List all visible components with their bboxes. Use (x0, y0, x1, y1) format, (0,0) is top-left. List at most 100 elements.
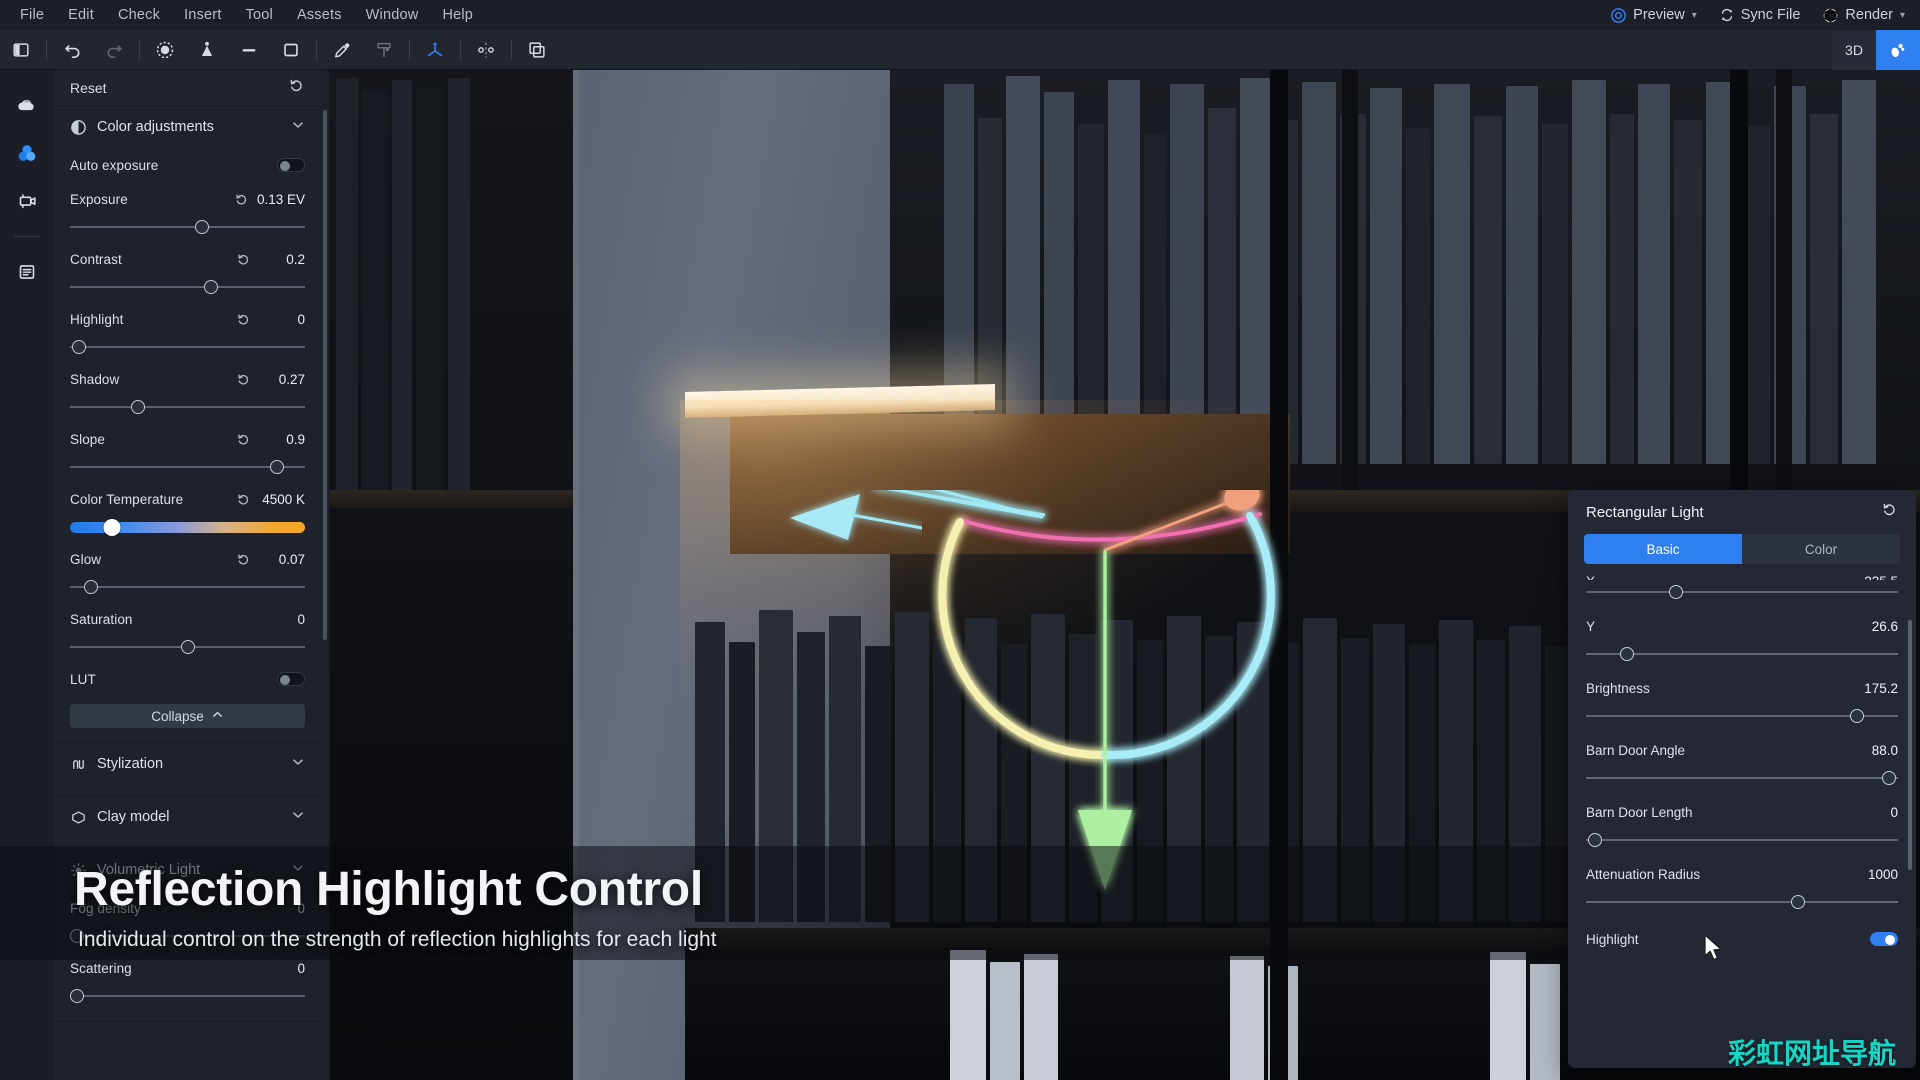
menu-file[interactable]: File (8, 0, 56, 30)
redo-icon[interactable] (93, 30, 135, 70)
section-header-color-adjustments[interactable]: Color adjustments (54, 106, 321, 148)
duplicate-icon[interactable] (516, 30, 558, 70)
slope-slider[interactable] (70, 456, 305, 478)
material-brush-icon[interactable] (363, 30, 405, 70)
slider-knob[interactable] (269, 460, 284, 474)
chevron-down-icon[interactable] (291, 118, 305, 137)
sky-environment-icon[interactable] (7, 84, 47, 126)
reset-icon[interactable] (236, 492, 251, 507)
clay-model-icon (70, 809, 87, 826)
menu-edit[interactable]: Edit (56, 0, 106, 30)
color-temperature-slider[interactable] (70, 516, 305, 538)
reset-icon[interactable] (236, 432, 251, 447)
menu-tool[interactable]: Tool (234, 0, 285, 30)
slider-knob[interactable] (1588, 833, 1603, 847)
slider-knob[interactable] (194, 220, 209, 234)
slider-knob[interactable] (131, 400, 146, 414)
contrast-slider[interactable] (70, 276, 305, 298)
y-slider[interactable] (1586, 642, 1898, 666)
lut-toggle[interactable] (277, 672, 305, 686)
glow-slider[interactable] (70, 576, 305, 598)
control-glow: Glow 0.07 (54, 542, 321, 576)
scene-book (1024, 954, 1058, 1080)
control-y: Y 26.6 (1568, 610, 1916, 642)
collapse-button[interactable]: Collapse (70, 704, 305, 728)
menu-help[interactable]: Help (430, 0, 485, 30)
tab-color[interactable]: Color (1742, 534, 1900, 564)
toolbar-divider (316, 39, 317, 60)
eyedropper-icon[interactable] (321, 30, 363, 70)
menu-insert[interactable]: Insert (172, 0, 233, 30)
environment-icon[interactable] (144, 30, 186, 70)
chevron-down-icon[interactable] (291, 755, 305, 774)
scene-book (1370, 88, 1402, 464)
spot-light-icon[interactable] (186, 30, 228, 70)
slider-knob[interactable] (1619, 647, 1634, 661)
xr-view-icon[interactable] (1876, 30, 1920, 70)
tab-basic[interactable]: Basic (1584, 534, 1742, 564)
slider-knob[interactable] (1881, 771, 1896, 785)
scene-book (1044, 92, 1074, 464)
section-header-stylization[interactable]: Stylization (54, 743, 321, 785)
x-slider[interactable] (1586, 580, 1898, 604)
control-label: Brightness (1586, 680, 1650, 696)
reset-row[interactable]: Reset (54, 70, 321, 106)
toolbar-divider (460, 39, 461, 60)
highlight-toggle[interactable] (1870, 932, 1898, 946)
slider-knob[interactable] (103, 519, 121, 536)
scattering-slider[interactable] (70, 985, 305, 1007)
sync-file-button[interactable]: Sync File (1710, 0, 1810, 30)
highlight-slider[interactable] (70, 336, 305, 358)
brightness-slider[interactable] (1586, 704, 1898, 728)
slider-knob[interactable] (70, 989, 85, 1003)
section-header-clay-model[interactable]: Clay model (54, 796, 321, 838)
scene-book (950, 950, 986, 1080)
rectangular-light-icon[interactable] (270, 30, 312, 70)
control-lut[interactable]: LUT (54, 662, 321, 696)
slider-knob[interactable] (204, 280, 218, 294)
view-3d-button[interactable]: 3D (1832, 30, 1876, 70)
barn-door-angle-slider[interactable] (1586, 766, 1898, 790)
control-label: Shadow (70, 371, 120, 387)
menu-check[interactable]: Check (106, 0, 172, 30)
control-value: 175.2 (1864, 680, 1898, 696)
move-gizmo-icon[interactable] (414, 30, 456, 70)
saturation-slider[interactable] (70, 636, 305, 658)
chevron-down-icon[interactable] (291, 808, 305, 827)
line-light-icon[interactable] (228, 30, 270, 70)
reset-icon[interactable] (236, 372, 251, 387)
exposure-slider[interactable] (70, 216, 305, 238)
slider-knob[interactable] (1850, 709, 1865, 723)
mirror-icon[interactable] (465, 30, 507, 70)
control-highlight-toggle-row[interactable]: Highlight (1568, 920, 1916, 958)
attenuation-radius-slider[interactable] (1586, 890, 1898, 914)
slider-knob[interactable] (180, 640, 195, 654)
reset-icon[interactable] (236, 552, 251, 567)
notes-icon[interactable] (7, 251, 47, 293)
render-button[interactable]: Render ▾ (1813, 0, 1914, 30)
reset-icon[interactable] (234, 192, 249, 207)
slider-knob[interactable] (1669, 585, 1684, 599)
reset-icon[interactable] (288, 77, 305, 99)
section-title: Stylization (97, 756, 164, 772)
camera-icon[interactable] (7, 180, 47, 222)
control-auto-exposure[interactable]: Auto exposure (54, 148, 321, 182)
barn-door-length-slider[interactable] (1586, 828, 1898, 852)
slider-knob[interactable] (72, 340, 87, 354)
right-panel-scrollbar[interactable] (1908, 620, 1912, 870)
reset-icon[interactable] (236, 252, 251, 267)
undo-icon[interactable] (51, 30, 93, 70)
left-panel-scrollbar[interactable] (323, 110, 327, 640)
auto-exposure-toggle[interactable] (277, 158, 305, 172)
preview-button[interactable]: Preview ▾ (1601, 0, 1706, 30)
menu-window[interactable]: Window (354, 0, 431, 30)
slider-knob[interactable] (1791, 895, 1806, 909)
color-adjustments-icon[interactable] (7, 132, 47, 174)
control-label: LUT (70, 671, 96, 687)
slider-knob[interactable] (84, 580, 99, 594)
panel-toggle-icon[interactable] (0, 30, 42, 70)
menu-assets[interactable]: Assets (285, 0, 354, 30)
shadow-slider[interactable] (70, 396, 305, 418)
reset-icon[interactable] (236, 312, 251, 327)
reset-icon[interactable] (1881, 501, 1898, 523)
